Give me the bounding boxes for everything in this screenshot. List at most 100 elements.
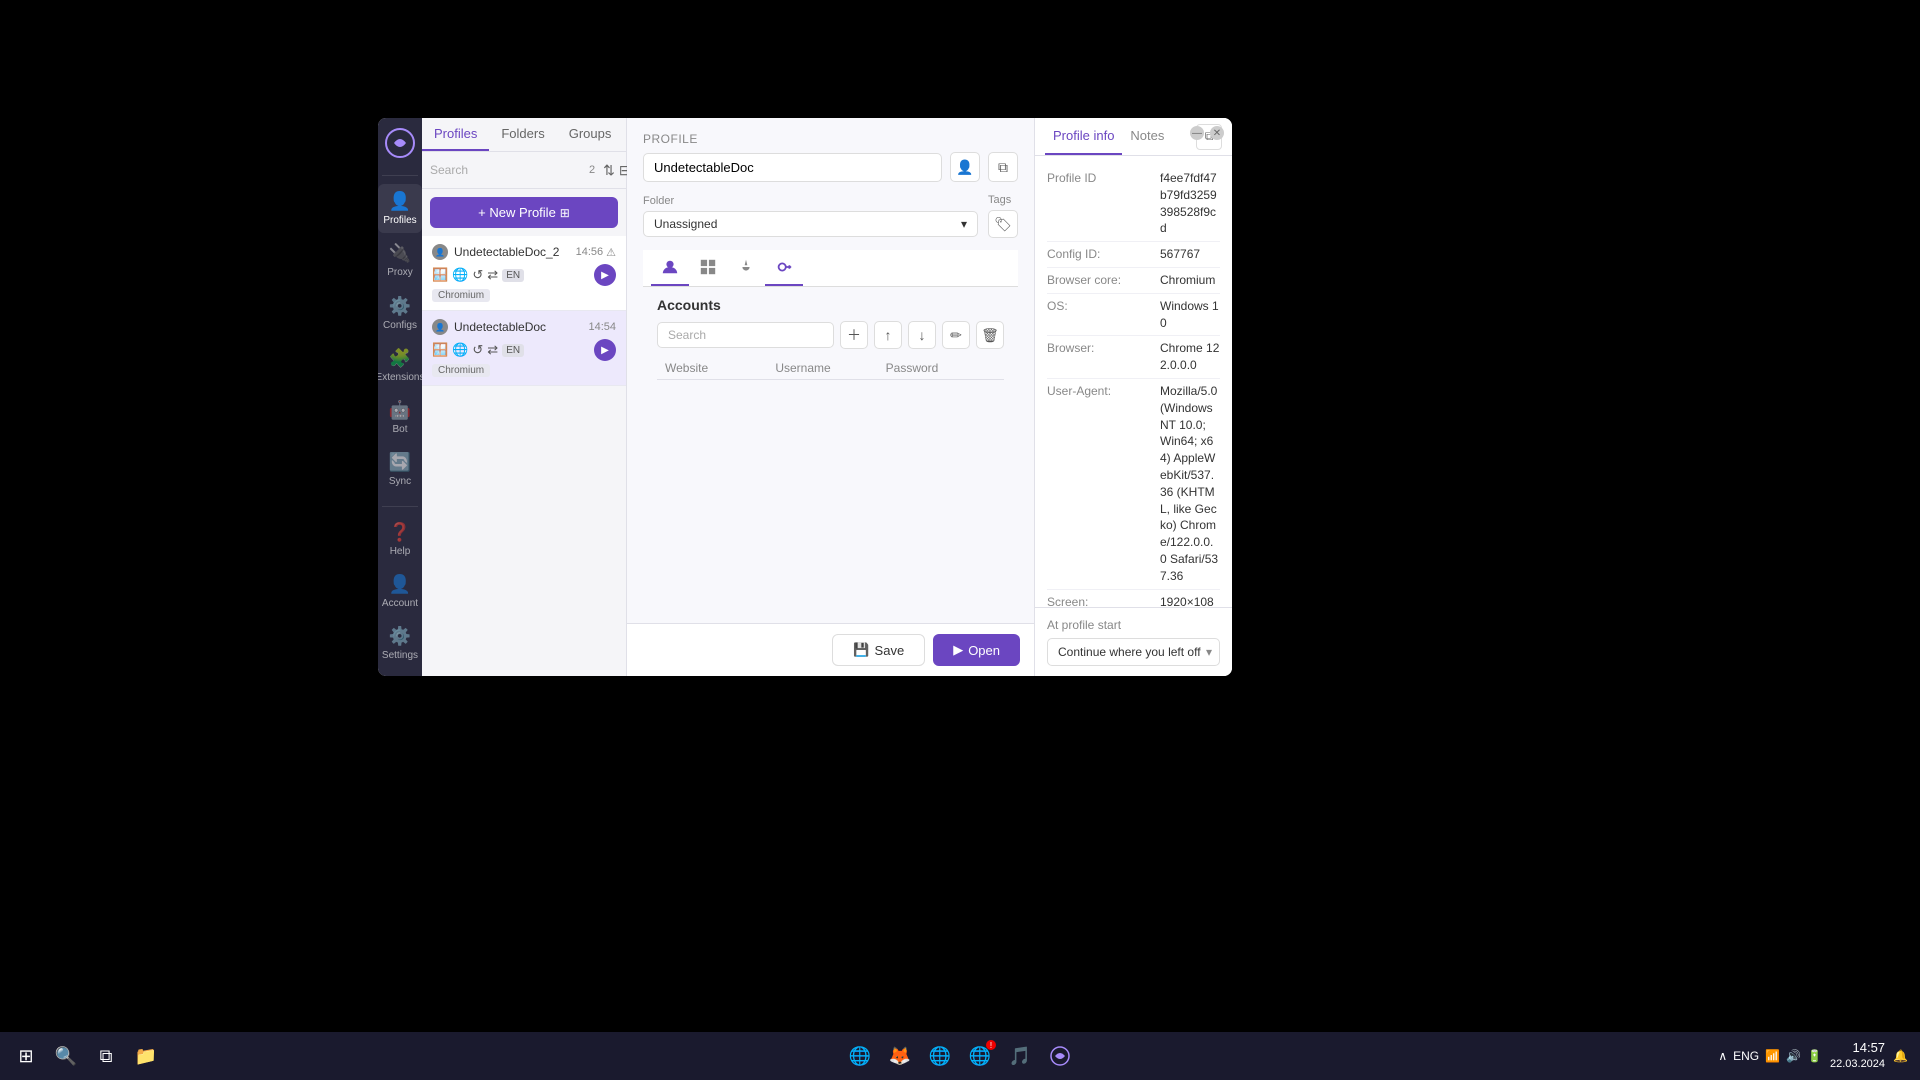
at-profile-section: At profile start Continue where you left…	[1035, 607, 1232, 676]
profile-item-header: 👤 UndetectableDoc 14:54	[432, 319, 616, 335]
field-label-profile-id: Profile ID	[1047, 170, 1152, 185]
chrome-taskbar-icon[interactable]: 🌐	[842, 1038, 878, 1074]
profile-icons-row: 🪟 🌐 ↺ ⇄ EN ▶	[432, 339, 616, 361]
warning-icon: ⚠	[606, 246, 616, 259]
accounts-search-input[interactable]	[657, 322, 834, 348]
tab-groups[interactable]: Groups	[557, 118, 624, 151]
sidebar-item-configs[interactable]: ⚙️ Configs	[378, 289, 422, 337]
folder-select[interactable]: Unassigned ▾	[643, 211, 978, 237]
open-icon: ▶	[953, 642, 963, 658]
delete-account-button[interactable]: 🗑	[976, 321, 1004, 349]
sidebar-item-label: Sync	[389, 476, 411, 487]
sidebar-item-bot[interactable]: 🤖 Bot	[378, 394, 422, 442]
tab-person[interactable]	[651, 250, 689, 286]
transfer-icon: ⇄	[487, 267, 498, 283]
list-item[interactable]: 👤 UndetectableDoc 14:54 🪟 🌐 ↺ ⇄ EN ▶	[422, 311, 626, 386]
field-label-useragent: User-Agent:	[1047, 383, 1152, 398]
os-icon: 🪟	[432, 342, 448, 358]
sidebar-item-sync[interactable]: 🔄 Sync	[378, 446, 422, 494]
minimize-button[interactable]: —	[1190, 126, 1204, 140]
sidebar-item-account[interactable]: 👤 Account	[378, 567, 422, 615]
tab-notes[interactable]: Notes	[1122, 118, 1172, 155]
sidebar-item-profiles[interactable]: 👤 Profiles	[378, 184, 422, 232]
proxy-icon: 🔌	[389, 243, 411, 264]
firefox-taskbar-icon[interactable]: 🦊	[882, 1038, 918, 1074]
browser-badge: Chromium	[432, 364, 490, 377]
profile-name-input[interactable]	[643, 153, 942, 182]
profiles-search-input[interactable]	[430, 163, 585, 177]
sort-button[interactable]: ⇅	[603, 158, 615, 182]
field-value-browser-core: Chromium	[1160, 272, 1220, 289]
sync-icon: 🔄	[389, 452, 411, 473]
settings-icon: ⚙️	[389, 626, 411, 647]
tab-folders[interactable]: Folders	[489, 118, 556, 151]
profile-avatar-button[interactable]: 👤	[950, 152, 980, 182]
search-button[interactable]: 🔍	[48, 1038, 84, 1074]
save-button[interactable]: 💾 Save	[832, 634, 925, 666]
taskview-button[interactable]: ⧉	[88, 1038, 124, 1074]
right-panel-content: Profile ID f4ee7fdf47b79fd3259398528f9cd…	[1035, 156, 1232, 607]
tab-grid[interactable]	[689, 250, 727, 286]
export-account-button[interactable]: ↓	[908, 321, 936, 349]
configs-icon: ⚙️	[389, 296, 411, 317]
info-row: Config ID: 567767	[1047, 242, 1220, 268]
accounts-section: Accounts ＋ ↑ ↓ ✏ 🗑 Website Username Pass…	[643, 287, 1018, 390]
notification-icon[interactable]: 🔔	[1893, 1049, 1908, 1063]
info-row: Screen: 1920×1080	[1047, 590, 1220, 607]
accounts-table-header: Website Username Password	[657, 357, 1004, 380]
tab-profiles[interactable]: Profiles	[422, 118, 489, 151]
sidebar-item-extensions[interactable]: 🧩 Extensions	[378, 341, 422, 389]
field-label-screen: Screen:	[1047, 594, 1152, 607]
lang-badge: EN	[502, 269, 524, 282]
search-count: 2	[589, 164, 595, 176]
profile-meta: 14:56 ⚠	[576, 246, 616, 259]
transfer-icon: ⇄	[487, 342, 498, 358]
add-account-button[interactable]: ＋	[840, 321, 868, 349]
notification-taskbar-icon[interactable]: 🌐!	[962, 1038, 998, 1074]
tab-brush[interactable]	[727, 250, 765, 286]
edit-account-button[interactable]: ✏	[942, 321, 970, 349]
taskbar: ⊞ 🔍 ⧉ 📁 🌐 🦊 🌐 🌐! 🎵 ∧ ENG 📶 🔊 🔋 14:57 22.…	[0, 1032, 1920, 1080]
info-row: User-Agent: Mozilla/5.0 (Windows NT 10.0…	[1047, 379, 1220, 590]
app-body: 👤 Profiles 🔌 Proxy ⚙️ Configs 🧩 Extensio…	[378, 118, 1232, 676]
tab-key[interactable]	[765, 250, 803, 286]
refresh-icon: ↺	[472, 267, 483, 283]
lang-badge: EN	[502, 344, 524, 357]
sidebar-item-help[interactable]: ❓ Help	[378, 515, 422, 563]
start-button[interactable]: ⊞	[8, 1038, 44, 1074]
spotify-taskbar-icon[interactable]: 🎵	[1002, 1038, 1038, 1074]
list-item[interactable]: 👤 UndetectableDoc_2 14:56 ⚠ 🪟 🌐 ↺ ⇄	[422, 236, 626, 311]
chevron-down-icon: ▾	[961, 217, 967, 231]
extensions-icon: 🧩	[389, 348, 411, 369]
profile-copy-button[interactable]: ⧉	[988, 152, 1018, 182]
profiles-tabs: Profiles Folders Groups	[422, 118, 626, 152]
main-content: Profile 👤 ⧉ Folder Unassigned ▾	[627, 118, 1034, 676]
run-profile-button[interactable]: ▶	[594, 264, 616, 286]
profile-name: UndetectableDoc_2	[454, 245, 559, 259]
new-profile-button[interactable]: + New Profile ⊞	[430, 197, 618, 228]
sidebar-divider-bottom	[382, 506, 418, 507]
bottom-bar: 💾 Save ▶ Open	[627, 623, 1034, 676]
sidebar-item-proxy[interactable]: 🔌 Proxy	[378, 237, 422, 285]
at-profile-select[interactable]: Continue where you left off	[1047, 638, 1220, 666]
tags-button[interactable]: 🏷	[988, 210, 1018, 238]
browser2-taskbar-icon[interactable]: 🌐	[922, 1038, 958, 1074]
tab-profile-info[interactable]: Profile info	[1045, 118, 1122, 155]
field-value-config-id: 567767	[1160, 246, 1220, 263]
taskbar-time: 14:57	[1830, 1039, 1885, 1057]
close-button[interactable]: ✕	[1210, 126, 1224, 140]
open-button[interactable]: ▶ Open	[933, 634, 1020, 666]
app-window: — ✕ 👤 Profiles 🔌 Proxy ⚙️	[378, 118, 1232, 676]
battery-icon: 🔋	[1807, 1049, 1822, 1063]
new-profile-label: + New Profile	[478, 205, 556, 220]
explorer-button[interactable]: 📁	[128, 1038, 164, 1074]
info-row: OS: Windows 10	[1047, 294, 1220, 337]
sidebar-item-settings[interactable]: ⚙️ Settings	[378, 620, 422, 668]
import-account-button[interactable]: ↑	[874, 321, 902, 349]
taskbar-date: 22.03.2024	[1830, 1057, 1885, 1072]
sound-icon: 🔊	[1786, 1049, 1801, 1063]
run-profile-button[interactable]: ▶	[594, 339, 616, 361]
chevron-up-icon[interactable]: ∧	[1718, 1049, 1727, 1063]
sidebar-item-label: Account	[382, 598, 418, 609]
app-taskbar-icon[interactable]	[1042, 1038, 1078, 1074]
